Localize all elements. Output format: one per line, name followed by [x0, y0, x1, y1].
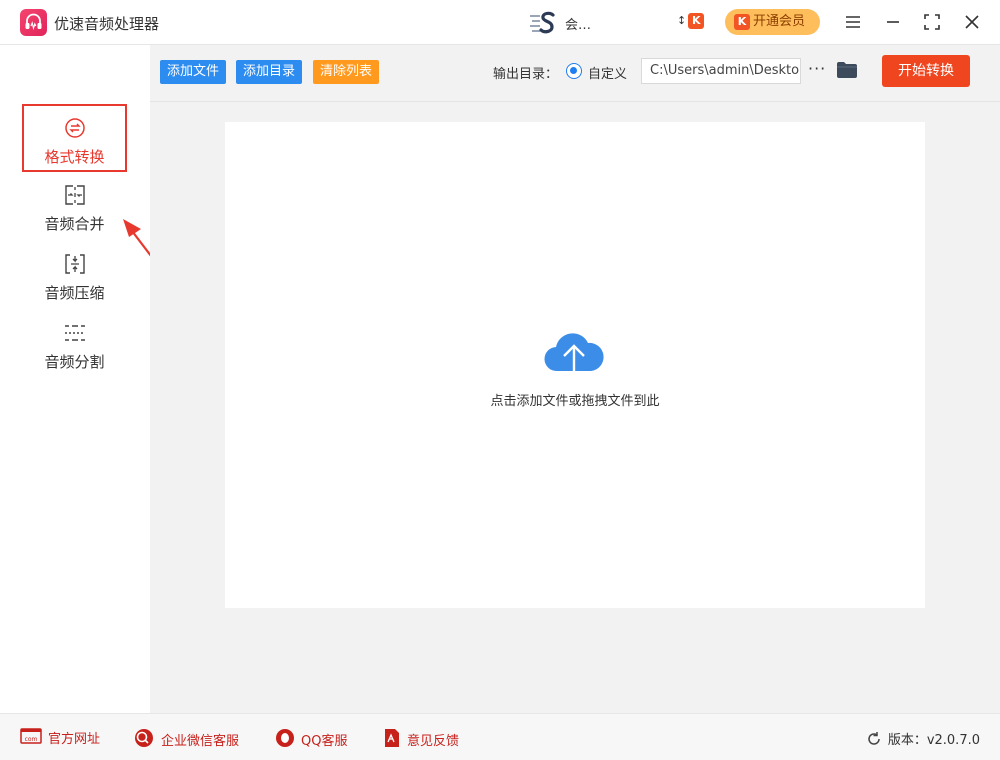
wechat-service-link[interactable]: 企业微信客服: [133, 728, 240, 749]
feedback-label: 意见反馈: [407, 734, 460, 749]
file-drop-zone[interactable]: 点击添加文件或拖拽文件到此: [225, 122, 925, 608]
custom-directory-radio[interactable]: [566, 63, 582, 79]
audio-merge-icon: [63, 183, 87, 207]
audio-compress-icon: [63, 252, 87, 276]
user-name[interactable]: 会…: [565, 14, 591, 33]
custom-directory-label[interactable]: 自定义: [588, 63, 627, 82]
sidebar-item-label: 格式转换: [44, 148, 105, 166]
version-label: 版本：v2.0.7.0: [887, 733, 980, 748]
main-area: 点击添加文件或拖拽文件到此: [150, 102, 1000, 713]
toolbar: 添加文件 添加目录 清除列表 输出目录： 自定义 C:\Users\admin\…: [150, 45, 1000, 102]
qq-service-label: QQ客服: [301, 734, 348, 749]
close-icon[interactable]: [960, 10, 984, 34]
sidebar-item-audio-split[interactable]: 音频分割: [22, 311, 127, 379]
add-file-button[interactable]: 添加文件: [160, 60, 227, 84]
audio-split-icon: [63, 321, 87, 345]
user-avatar[interactable]: [528, 10, 556, 36]
refresh-icon[interactable]: [866, 731, 882, 751]
open-vip-label: 开通会员: [753, 14, 806, 29]
minimize-icon[interactable]: [881, 10, 905, 34]
folder-icon[interactable]: [836, 61, 858, 83]
svg-text:com: com: [25, 736, 38, 743]
add-directory-button[interactable]: 添加目录: [236, 60, 303, 84]
app-logo: [20, 9, 47, 36]
website-icon: com: [20, 728, 42, 751]
clear-list-button[interactable]: 清除列表: [313, 60, 380, 84]
sidebar-item-label: 音频合并: [44, 215, 105, 233]
sidebar-item-label: 音频压缩: [44, 284, 105, 302]
k-badge-icon: K: [734, 14, 750, 30]
wechat-service-label: 企业微信客服: [161, 734, 240, 749]
footer: com 官方网址 企业微信客服 QQ客服 意见反馈 版本：v2.0.7.0: [0, 713, 1000, 760]
drop-hint-text: 点击添加文件或拖拽文件到此: [490, 394, 660, 409]
menu-icon[interactable]: [841, 10, 865, 34]
official-website-link[interactable]: com 官方网址: [20, 728, 100, 748]
vip-status-indicator[interactable]: ↕ K: [677, 13, 705, 29]
sidebar-item-audio-compress[interactable]: 音频压缩: [22, 242, 127, 310]
k-badge-icon: K: [688, 13, 705, 29]
output-directory-label: 输出目录：: [493, 67, 559, 82]
official-website-label: 官方网址: [48, 732, 101, 747]
qq-service-link[interactable]: QQ客服: [275, 728, 348, 749]
output-path-input[interactable]: C:\Users\admin\Deskto: [641, 58, 801, 84]
feedback-icon: [383, 728, 401, 755]
maximize-icon[interactable]: [920, 10, 944, 34]
sort-indicator-icon: ↕: [677, 14, 687, 27]
sidebar-item-format-convert[interactable]: 格式转换: [22, 104, 127, 172]
wechat-icon: [133, 728, 155, 755]
feedback-link[interactable]: 意见反馈: [383, 728, 460, 749]
sidebar-item-audio-merge[interactable]: 音频合并: [22, 173, 127, 241]
title-bar: 优速音频处理器 会… ↕ K K 开通会员: [0, 0, 1000, 45]
sidebar: 格式转换 音频合并 音频压缩 音频分割: [0, 45, 206, 713]
open-vip-button[interactable]: K 开通会员: [725, 9, 820, 35]
app-title: 优速音频处理器: [54, 15, 160, 33]
cloud-upload-icon: [544, 333, 604, 379]
qq-icon: [275, 728, 295, 755]
start-convert-button[interactable]: 开始转换: [882, 55, 970, 87]
format-convert-icon: [63, 116, 87, 140]
browse-more-button[interactable]: ···: [808, 59, 826, 78]
version-info: 版本：v2.0.7.0: [866, 729, 980, 751]
sidebar-item-label: 音频分割: [44, 353, 105, 371]
